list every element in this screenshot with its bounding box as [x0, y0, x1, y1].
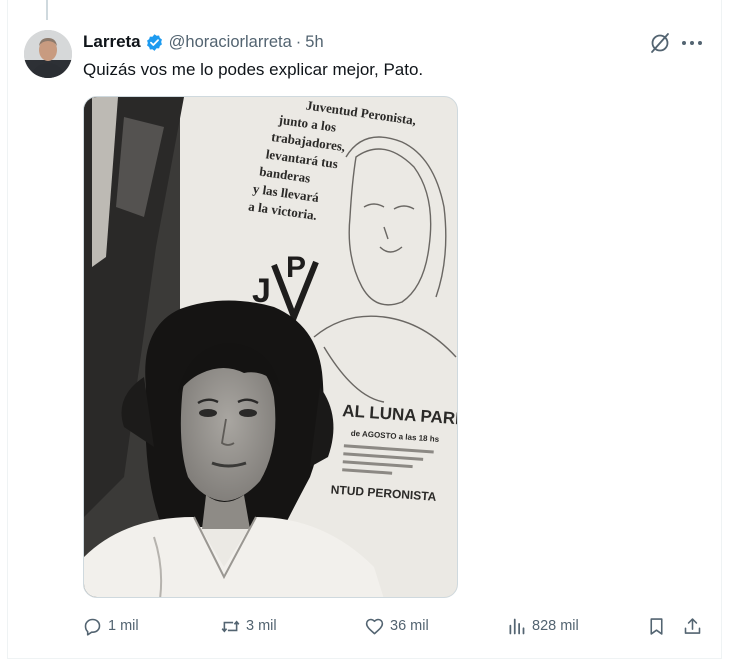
more-icon[interactable] [678, 31, 706, 55]
user-handle[interactable]: @horaciorlarreta [169, 33, 292, 52]
like-icon [365, 618, 384, 634]
reply-button[interactable]: 1 mil [82, 612, 139, 640]
share-icon [684, 617, 701, 634]
share-button[interactable] [682, 612, 708, 640]
like-button[interactable]: 36 mil [364, 612, 429, 640]
tweet-actions: 1 mil 3 mil 36 mil 828 mil [80, 612, 710, 640]
timestamp[interactable]: 5h [305, 33, 323, 52]
reply-icon [84, 618, 101, 636]
bookmark-icon [650, 617, 663, 635]
timeline-left-border [7, 0, 8, 659]
repost-icon [221, 619, 240, 633]
display-name[interactable]: Larreta [83, 32, 141, 52]
repost-button[interactable]: 3 mil [220, 612, 277, 640]
grok-icon[interactable] [648, 31, 672, 55]
previous-more-icon: • • • [676, 0, 707, 8]
views-button[interactable]: 828 mil [506, 612, 579, 640]
thread-connector [46, 0, 48, 20]
tweet-photo[interactable]: Juventud Peronista, junto a los trabajad… [83, 96, 458, 598]
timeline-right-border [721, 0, 722, 659]
bookmark-button[interactable] [646, 612, 672, 640]
like-count: 36 mil [390, 618, 429, 634]
reply-count: 1 mil [108, 618, 139, 634]
views-count: 828 mil [532, 618, 579, 634]
poster-emblem-p: P [286, 251, 306, 284]
avatar[interactable] [24, 30, 72, 78]
verified-icon [146, 33, 162, 51]
repost-count: 3 mil [246, 618, 277, 634]
views-icon [509, 618, 525, 634]
tweet-text: Quizás vos me lo podes explicar mejor, P… [83, 60, 424, 79]
tweet-header: Larreta @horaciorlarreta · 5h [83, 31, 324, 53]
header-separator: · [295, 32, 302, 51]
